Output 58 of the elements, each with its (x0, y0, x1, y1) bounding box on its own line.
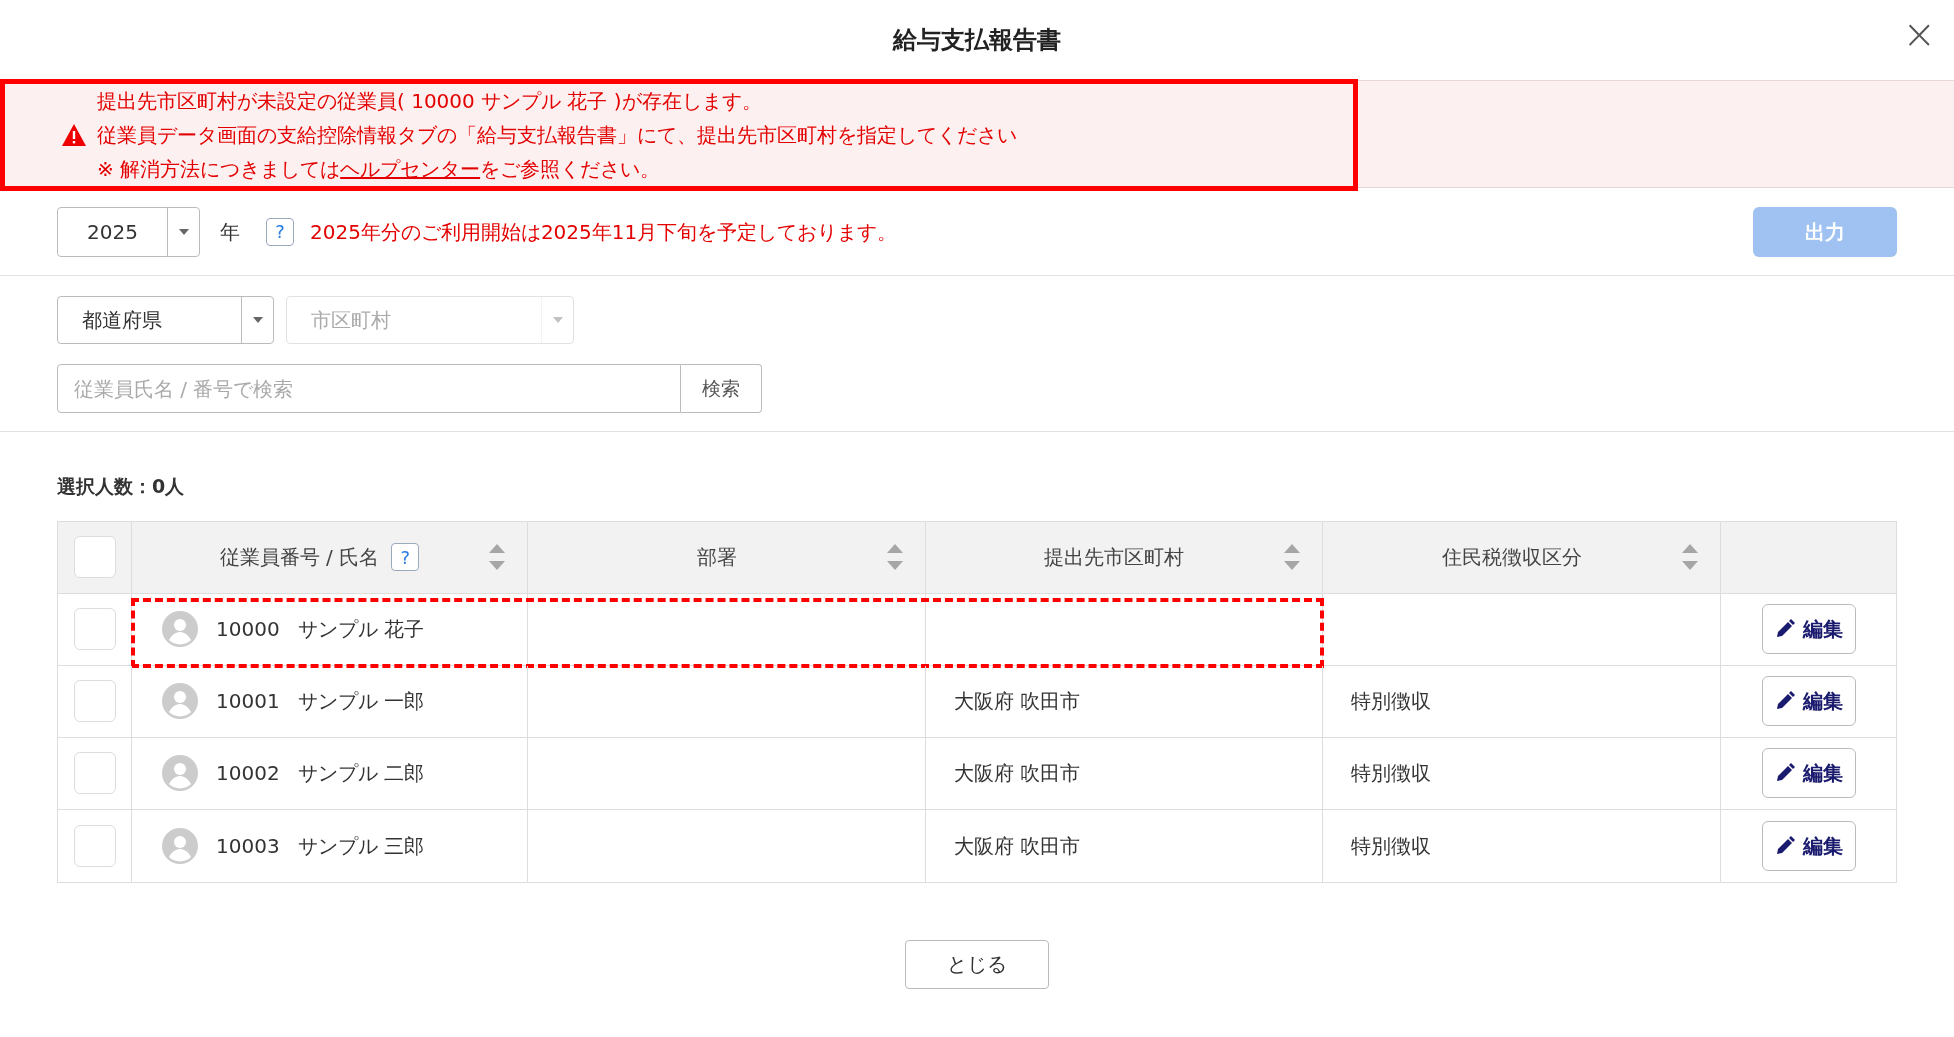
table-cell-text: 特別徴収 (1351, 760, 1431, 787)
alert-message: 提出先市区町村が未設定の従業員( 10000 サンプル 花子 )が存在します。 (97, 88, 763, 115)
table-cell-text: 大阪府 吹田市 (954, 832, 1081, 860)
employee-number: 10000 (216, 616, 280, 643)
avatar-icon (162, 611, 198, 647)
checkbox[interactable] (73, 824, 116, 867)
pencil-icon (1774, 835, 1795, 856)
avatar-icon (162, 827, 198, 864)
sort-icon[interactable] (487, 542, 507, 572)
pencil-icon (1774, 763, 1795, 783)
sort-icon[interactable] (1680, 542, 1700, 572)
notice-text: 2025年分のご利用開始は2025年11月下旬を予定しております。 (310, 218, 898, 246)
help-icon[interactable]: ? (266, 217, 294, 246)
edit-button[interactable]: 編集 (1761, 820, 1856, 871)
alert-message: ※ 解消方法につきましてはヘルプセンターをご参照ください。 (97, 156, 662, 183)
close-button[interactable]: × (1902, 14, 1936, 54)
search-field[interactable]: 従業員氏名 / 番号で検索 (57, 364, 681, 413)
edit-button[interactable]: 編集 (1761, 676, 1856, 726)
employee-name: サンプル 花子 (297, 616, 424, 643)
table-cell-text: 大阪府 吹田市 (954, 760, 1081, 787)
sort-icon[interactable] (1282, 542, 1302, 572)
employee-number: 10003 (216, 832, 280, 860)
checkbox[interactable] (73, 536, 116, 578)
caret-icon[interactable] (178, 228, 189, 235)
table-cell-text: 特別徴収 (1351, 688, 1431, 715)
year-label: 年 (220, 218, 240, 246)
caret-icon[interactable] (252, 317, 263, 323)
avatar-icon (162, 683, 198, 719)
employee-number: 10002 (216, 760, 280, 787)
column-header: 従業員番号 / 氏名 (219, 544, 380, 571)
column-header: 部署 (696, 544, 737, 571)
checkbox[interactable] (73, 608, 116, 650)
warning-icon (61, 123, 87, 147)
help-center-link[interactable]: ヘルプセンター (340, 157, 481, 181)
employee-name: サンプル 一郎 (297, 688, 424, 715)
search-button[interactable]: 検索 (681, 364, 762, 413)
table-cell-text: 大阪府 吹田市 (954, 688, 1081, 715)
pencil-icon (1774, 619, 1795, 639)
edit-button[interactable]: 編集 (1761, 604, 1856, 654)
employee-name: サンプル 三郎 (297, 832, 424, 860)
close-dialog-button[interactable]: とじる (905, 939, 1049, 989)
year-select[interactable]: 2025 (57, 206, 200, 257)
help-icon[interactable]: ? (391, 543, 420, 571)
edit-button[interactable]: 編集 (1761, 748, 1856, 798)
dialog-title: 給与支払報告書 (893, 25, 1061, 56)
employee-name: サンプル 二郎 (297, 760, 424, 787)
column-header: 住民税徴収区分 (1441, 544, 1582, 571)
avatar-icon (162, 755, 198, 791)
prefecture-select[interactable]: 都道府県 (57, 296, 274, 344)
selected-count: 選択人数：0人 (56, 474, 186, 499)
table-cell-text: 特別徴収 (1351, 832, 1431, 860)
checkbox[interactable] (73, 752, 116, 794)
employee-number: 10001 (216, 688, 280, 715)
column-header: 提出先市区町村 (1044, 544, 1184, 571)
alert-message: 従業員データ画面の支給控除情報タブの「給与支払報告書」にて、提出先市区町村を指定してください (97, 122, 1017, 149)
checkbox[interactable] (73, 680, 116, 722)
pencil-icon (1774, 691, 1795, 711)
sort-icon[interactable] (885, 542, 905, 572)
